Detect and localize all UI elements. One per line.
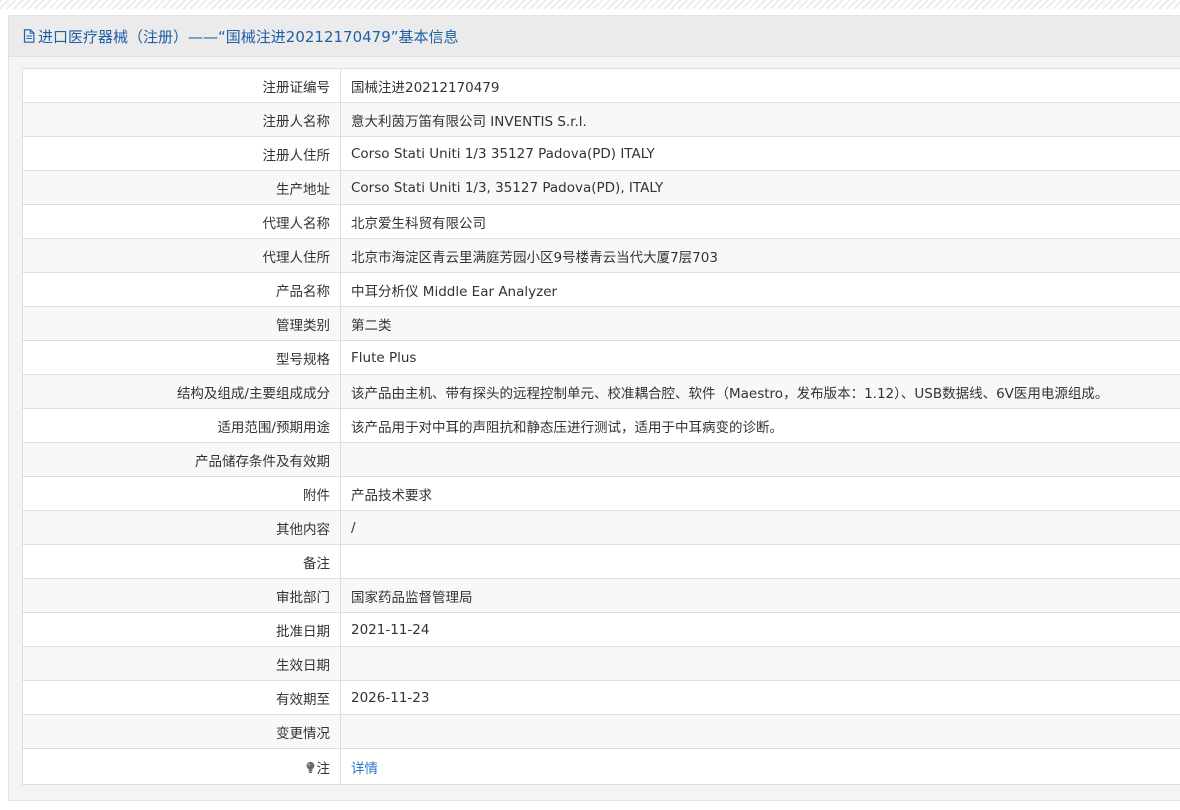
row-value: / xyxy=(340,510,1180,545)
row-label: 批准日期 xyxy=(22,612,341,647)
note-row: 注 详情 xyxy=(22,748,1180,785)
table-row: 批准日期 2021-11-24 xyxy=(22,612,1180,647)
table-row: 代理人住所 北京市海淀区青云里满庭芳园小区9号楼青云当代大厦7层703 xyxy=(22,238,1180,273)
row-value: Flute Plus xyxy=(340,340,1180,375)
row-label: 其他内容 xyxy=(22,510,341,545)
info-panel: 进口医疗器械（注册）——“国械注进20212170479”基本信息 注册证编号国… xyxy=(8,15,1180,801)
row-label: 生产地址 xyxy=(22,170,341,205)
basic-info-table-body: 注册证编号 国械注进20212170479 注册人名称 意大利茵万笛有限公司 INV… xyxy=(22,68,1180,785)
table-row: 管理类别 第二类 xyxy=(22,306,1180,341)
row-label: 有效期至 xyxy=(22,680,341,715)
row-value: 2021-11-24 xyxy=(340,612,1180,647)
row-value: 该产品用于对中耳的声阻抗和静态压进行测试，适用于中耳病变的诊断。 xyxy=(340,408,1180,443)
table-row: 生产地址 Corso Stati Uniti 1/3, 35127 Padova(… xyxy=(22,170,1180,205)
row-value: 北京市海淀区青云里满庭芳园小区9号楼青云当代大厦7层703 xyxy=(340,238,1180,273)
row-value xyxy=(340,442,1180,477)
row-label: 附件 xyxy=(22,476,341,511)
row-value: Corso Stati Uniti 1/3, 35127 Padova(PD),… xyxy=(340,170,1180,205)
row-label: 代理人名称 xyxy=(22,204,341,239)
page-title: 进口医疗器械（注册）——“国械注进20212170479”基本信息 xyxy=(38,26,459,47)
row-value: 国家药品监督管理局 xyxy=(340,578,1180,613)
table-row: 注册证编号 国械注进20212170479 xyxy=(22,68,1180,103)
row-label: 产品名称 xyxy=(22,272,341,307)
row-value: Corso Stati Uniti 1/3 35127 Padova(PD) I… xyxy=(340,136,1180,171)
row-label: 备注 xyxy=(22,544,341,579)
row-value xyxy=(340,714,1180,749)
top-stripe-decoration xyxy=(0,0,1180,9)
table-row: 代理人名称 北京爱生科贸有限公司 xyxy=(22,204,1180,239)
row-label: 管理类别 xyxy=(22,306,341,341)
basic-info-table: 注册证编号 国械注进20212170479 注册人名称 意大利茵万笛有限公司 INV… xyxy=(22,68,1180,785)
table-row: 注册人名称 意大利茵万笛有限公司 INVENTIS S.r.l. xyxy=(22,102,1180,137)
row-label: 型号规格 xyxy=(22,340,341,375)
table-row: 审批部门 国家药品监督管理局 xyxy=(22,578,1180,613)
row-value: 2026-11-23 xyxy=(340,680,1180,715)
table-row: 备注 xyxy=(22,544,1180,579)
row-label: 注册证编号 xyxy=(22,68,341,103)
row-label: 产品储存条件及有效期 xyxy=(22,442,341,477)
row-value xyxy=(340,544,1180,579)
row-value: 第二类 xyxy=(340,306,1180,341)
row-value: 产品技术要求 xyxy=(340,476,1180,511)
row-label: 审批部门 xyxy=(22,578,341,613)
table-row: 产品储存条件及有效期 xyxy=(22,442,1180,477)
table-row: 附件 产品技术要求 xyxy=(22,476,1180,511)
row-value: 中耳分析仪 Middle Ear Analyzer xyxy=(340,272,1180,307)
note-value-cell: 详情 xyxy=(340,748,1180,785)
row-value xyxy=(340,646,1180,681)
row-label: 变更情况 xyxy=(22,714,341,749)
table-row: 型号规格 Flute Plus xyxy=(22,340,1180,375)
row-value: 北京爱生科贸有限公司 xyxy=(340,204,1180,239)
row-value: 意大利茵万笛有限公司 INVENTIS S.r.l. xyxy=(340,102,1180,137)
row-label: 注册人住所 xyxy=(22,136,341,171)
note-label-cell: 注 xyxy=(22,748,341,785)
table-row: 适用范围/预期用途 该产品用于对中耳的声阻抗和静态压进行测试，适用于中耳病变的诊断… xyxy=(22,408,1180,443)
table-row: 结构及组成/主要组成成分 该产品由主机、带有探头的远程控制单元、校准耦合腔、软件（… xyxy=(22,374,1180,409)
page-title-main: “国械注进20212170479”基本信息 xyxy=(218,27,459,46)
row-label: 注册人名称 xyxy=(22,102,341,137)
table-row: 注册人住所 Corso Stati Uniti 1/3 35127 Padova(… xyxy=(22,136,1180,171)
row-label: 代理人住所 xyxy=(22,238,341,273)
table-row: 其他内容 / xyxy=(22,510,1180,545)
table-row: 生效日期 xyxy=(22,646,1180,681)
row-label: 生效日期 xyxy=(22,646,341,681)
lightbulb-icon xyxy=(305,761,316,774)
document-icon xyxy=(23,29,35,43)
table-row: 产品名称 中耳分析仪 Middle Ear Analyzer xyxy=(22,272,1180,307)
row-value: 国械注进20212170479 xyxy=(340,68,1180,103)
row-label: 结构及组成/主要组成成分 xyxy=(22,374,341,409)
details-link[interactable]: 详情 xyxy=(351,761,378,777)
table-row: 有效期至 2026-11-23 xyxy=(22,680,1180,715)
panel-body: 注册证编号 国械注进20212170479 注册人名称 意大利茵万笛有限公司 INV… xyxy=(9,57,1180,785)
row-label: 适用范围/预期用途 xyxy=(22,408,341,443)
row-value: 该产品由主机、带有探头的远程控制单元、校准耦合腔、软件（Maestro，发布版本… xyxy=(340,374,1180,409)
table-row: 变更情况 xyxy=(22,714,1180,749)
note-label: 注 xyxy=(316,760,331,777)
page-title-prefix: 进口医疗器械（注册）—— xyxy=(38,27,219,46)
panel-header: 进口医疗器械（注册）——“国械注进20212170479”基本信息 xyxy=(9,16,1180,57)
